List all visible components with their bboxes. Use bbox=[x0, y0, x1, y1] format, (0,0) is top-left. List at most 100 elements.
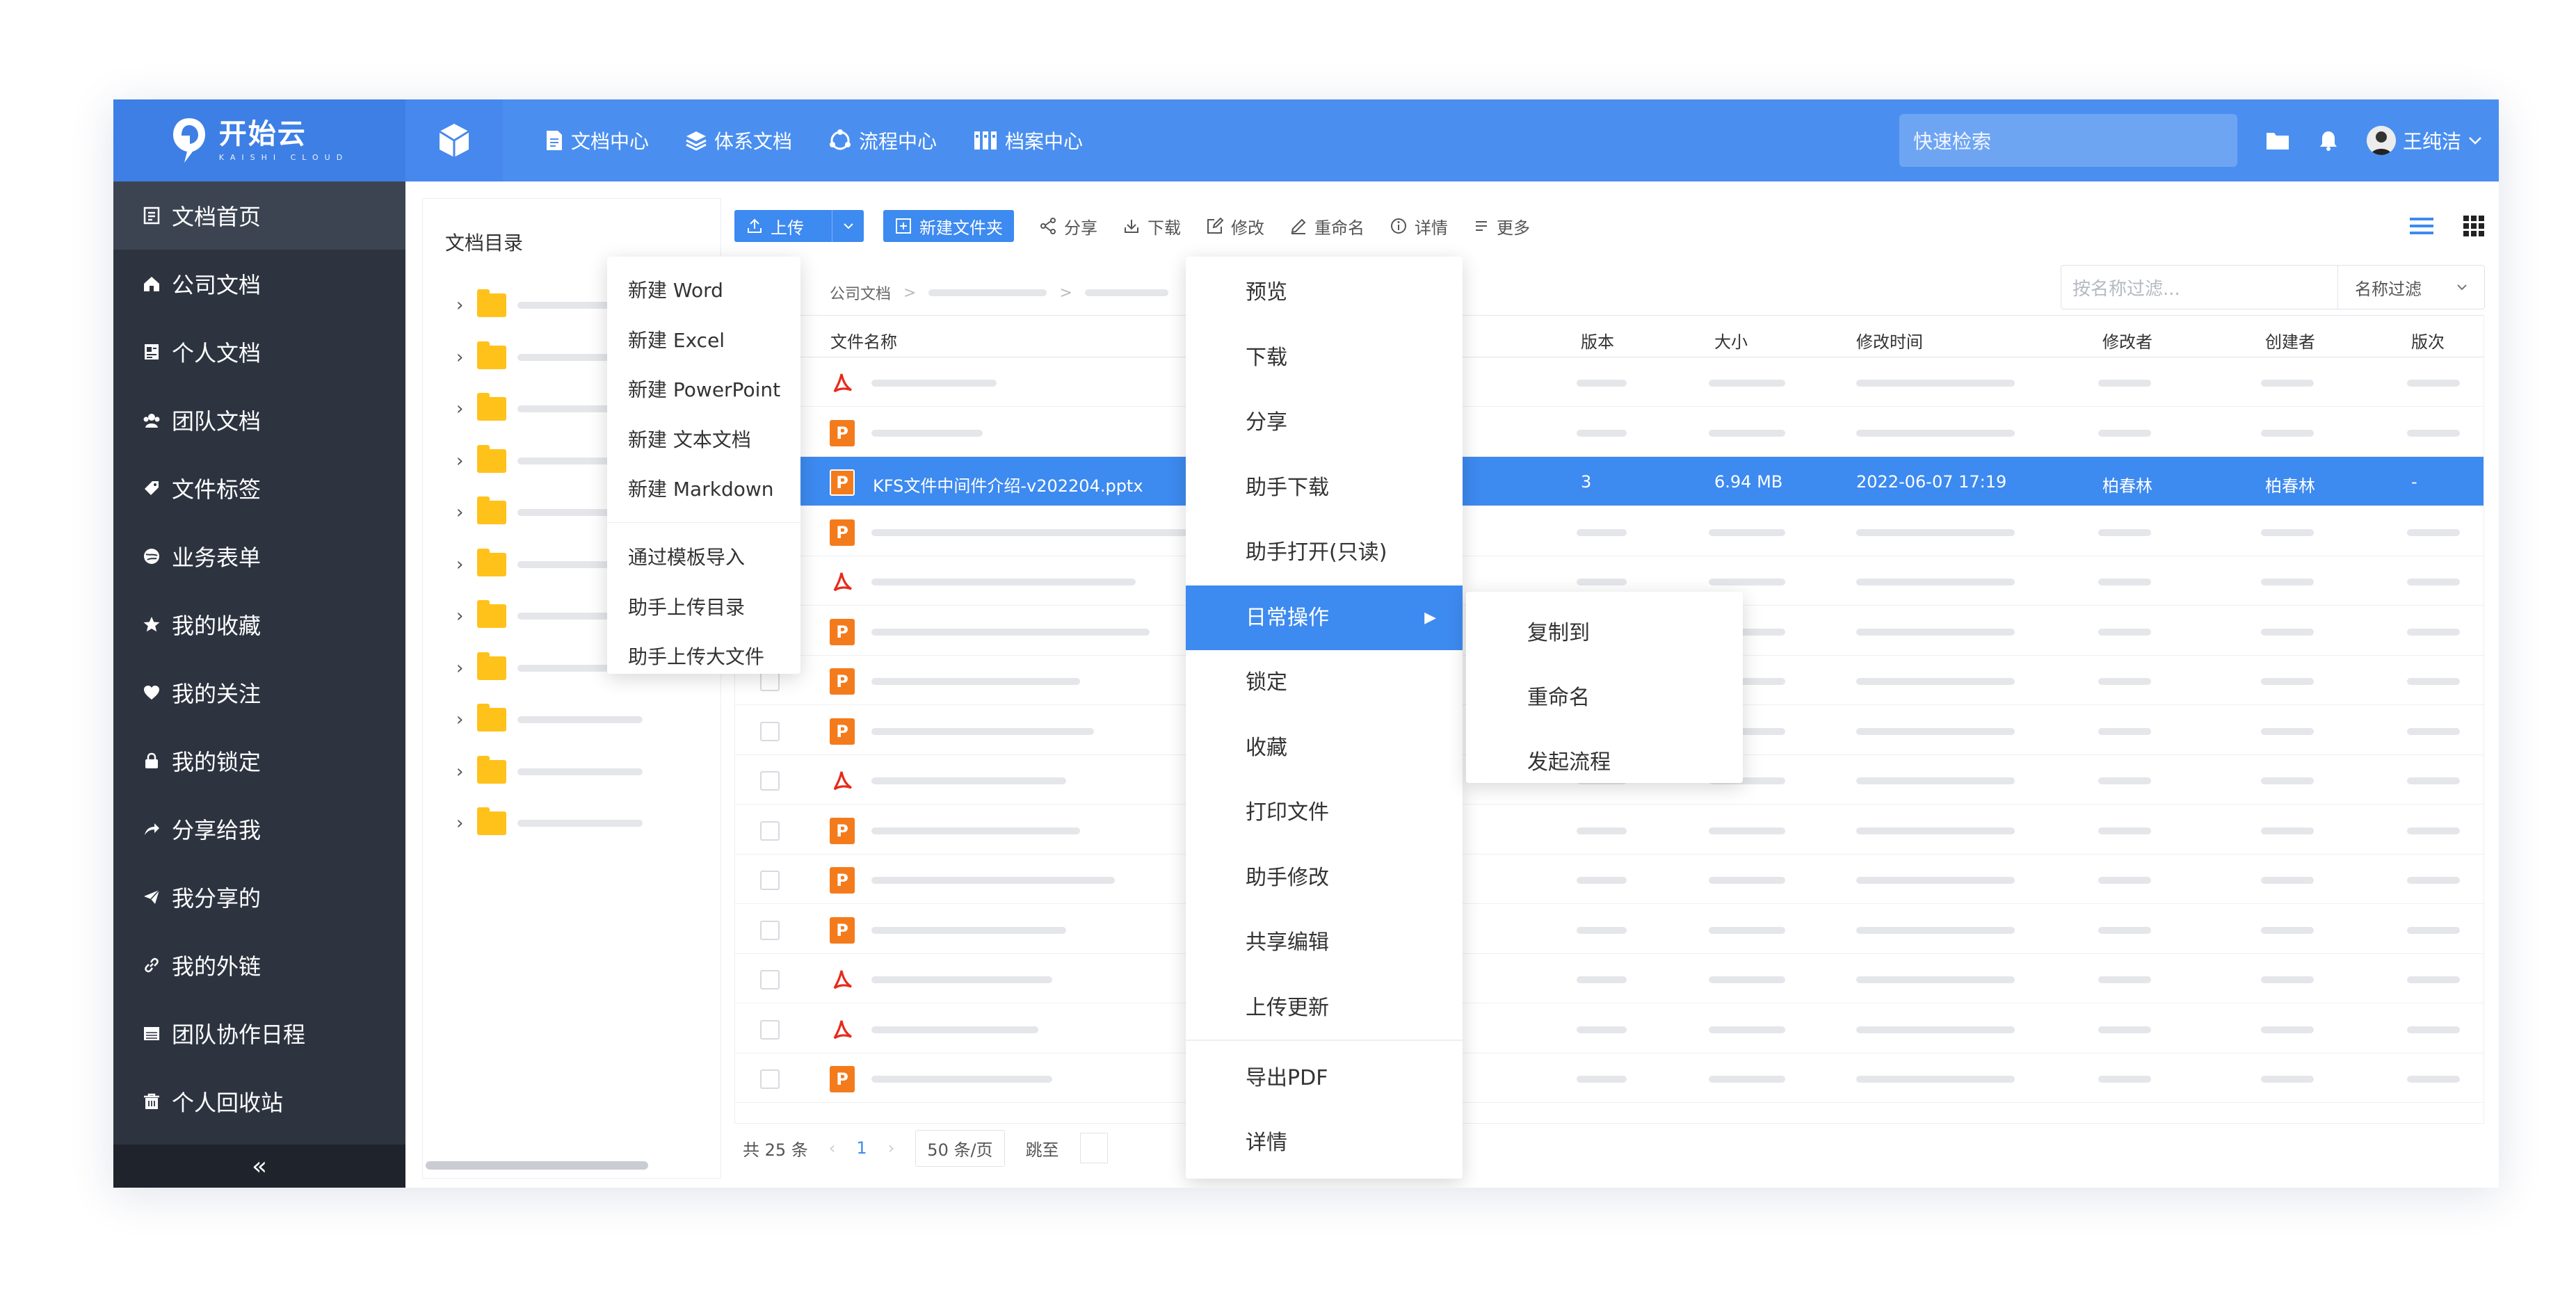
rename-button[interactable]: 重命名 bbox=[1289, 214, 1365, 239]
upload-button[interactable]: 上传 bbox=[734, 210, 864, 242]
filter-select[interactable]: 名称过滤 bbox=[2338, 266, 2484, 309]
breadcrumb-placeholder[interactable] bbox=[928, 289, 1047, 296]
col-modifier[interactable]: 修改者 bbox=[2102, 328, 2152, 353]
new-menu-item[interactable]: 新建 Excel bbox=[607, 323, 800, 358]
tree-folder-node[interactable]: › bbox=[456, 548, 622, 576]
new-menu-item[interactable]: 助手上传目录 bbox=[607, 590, 800, 625]
context-menu-item[interactable]: 导出PDF bbox=[1186, 1046, 1463, 1110]
jump-input[interactable] bbox=[1079, 1133, 1108, 1163]
col-creator[interactable]: 创建者 bbox=[2265, 328, 2315, 353]
table-row[interactable]: P bbox=[735, 905, 2484, 954]
horizontal-scrollbar[interactable] bbox=[426, 1161, 648, 1170]
chevron-right-icon[interactable]: › bbox=[456, 606, 466, 627]
download-button[interactable]: 下载 bbox=[1122, 214, 1181, 239]
new-menu-item[interactable]: 新建 Word bbox=[607, 273, 800, 308]
filter-input[interactable]: 按名称过滤... bbox=[2061, 266, 2338, 309]
table-row[interactable] bbox=[735, 1004, 2484, 1053]
table-row[interactable]: P bbox=[735, 805, 2484, 855]
chevron-right-icon[interactable]: › bbox=[456, 451, 466, 471]
chevron-right-icon[interactable]: › bbox=[456, 761, 466, 782]
page-size-select[interactable]: 50 条/页 bbox=[915, 1129, 1005, 1167]
col-modified[interactable]: 修改时间 bbox=[1856, 328, 1923, 353]
new-menu-item[interactable]: 新建 PowerPoint bbox=[607, 373, 800, 407]
nav-archive-center[interactable]: 档案中心 bbox=[973, 127, 1083, 154]
folder-icon[interactable] bbox=[2265, 130, 2290, 151]
col-version[interactable]: 版本 bbox=[1581, 328, 1614, 353]
context-menu-item[interactable]: 上传更新 bbox=[1186, 976, 1463, 1040]
row-checkbox[interactable] bbox=[760, 721, 780, 741]
sidebar-item-5[interactable]: 文件标签 bbox=[113, 454, 405, 522]
row-checkbox[interactable] bbox=[760, 821, 780, 841]
sidebar-item-1[interactable]: 文档首页 bbox=[113, 181, 405, 250]
cube-app-button[interactable] bbox=[405, 99, 503, 181]
list-view-icon[interactable] bbox=[2408, 216, 2435, 236]
chevron-right-icon[interactable]: › bbox=[456, 347, 466, 368]
context-menu-item[interactable]: 日常操作 ▶ bbox=[1186, 585, 1463, 650]
row-checkbox[interactable] bbox=[760, 920, 780, 940]
sidebar-item-11[interactable]: 我分享的 bbox=[113, 863, 405, 931]
row-checkbox[interactable] bbox=[760, 871, 780, 890]
sidebar-item-14[interactable]: 个人回收站 bbox=[113, 1067, 405, 1136]
col-size[interactable]: 大小 bbox=[1714, 328, 1748, 353]
sidebar-item-3[interactable]: 个人文档 bbox=[113, 318, 405, 386]
chevron-right-icon[interactable]: › bbox=[456, 554, 466, 575]
new-menu-item[interactable]: 新建 Markdown bbox=[607, 472, 800, 507]
new-menu-item[interactable]: 助手上传大文件 bbox=[607, 640, 800, 674]
tree-folder-node[interactable]: › bbox=[456, 496, 622, 524]
breadcrumb-root[interactable]: 公司文档 bbox=[830, 282, 891, 304]
table-row[interactable]: P bbox=[735, 1053, 2484, 1103]
context-menu-item[interactable]: 分享 bbox=[1186, 390, 1463, 455]
nav-document-center[interactable]: 文档中心 bbox=[545, 127, 649, 154]
nav-system-docs[interactable]: 体系文档 bbox=[685, 127, 792, 154]
table-row[interactable]: P bbox=[735, 507, 2484, 556]
context-menu-item[interactable]: 助手下载 bbox=[1186, 455, 1463, 520]
new-folder-button[interactable]: 新建文件夹 bbox=[883, 210, 1014, 242]
tree-folder-node[interactable]: › bbox=[456, 393, 622, 421]
quick-search-input[interactable]: 快速检索 bbox=[1899, 114, 2237, 167]
col-revision[interactable]: 版次 bbox=[2411, 328, 2445, 353]
sidebar-item-9[interactable]: 我的锁定 bbox=[113, 727, 405, 795]
table-row[interactable]: P KFS文件中间件介绍-v202204.pptx 3 6.94 MB 2022-06-… bbox=[735, 457, 2484, 506]
context-menu-item[interactable]: 详情 bbox=[1186, 1110, 1463, 1175]
prev-page-icon[interactable]: ‹ bbox=[829, 1138, 836, 1158]
new-menu-item[interactable]: 通过模板导入 bbox=[607, 540, 800, 575]
sidebar-item-10[interactable]: 分享给我 bbox=[113, 795, 405, 863]
chevron-right-icon[interactable]: › bbox=[456, 658, 466, 679]
table-row[interactable]: P bbox=[735, 407, 2484, 457]
context-menu-item[interactable]: 锁定 bbox=[1186, 650, 1463, 715]
sidebar-item-8[interactable]: 我的关注 bbox=[113, 658, 405, 727]
row-checkbox[interactable] bbox=[760, 1019, 780, 1040]
breadcrumb-placeholder[interactable] bbox=[1084, 289, 1168, 296]
tree-folder-node[interactable]: › bbox=[456, 289, 622, 317]
table-row[interactable] bbox=[735, 954, 2484, 1003]
row-checkbox[interactable] bbox=[760, 771, 780, 791]
context-menu-item[interactable]: 共享编辑 bbox=[1186, 910, 1463, 975]
new-menu-item[interactable]: 新建 文本文档 bbox=[607, 423, 800, 458]
upload-dropdown[interactable] bbox=[832, 210, 864, 242]
next-page-icon[interactable]: › bbox=[888, 1138, 895, 1158]
chevron-right-icon[interactable]: › bbox=[456, 295, 466, 316]
row-checkbox[interactable] bbox=[760, 970, 780, 989]
tree-folder-node[interactable]: › bbox=[456, 755, 643, 784]
tree-folder-node[interactable]: › bbox=[456, 704, 643, 732]
grid-view-icon[interactable] bbox=[2463, 215, 2485, 237]
context-menu-item[interactable]: 收藏 bbox=[1186, 716, 1463, 780]
tree-folder-node[interactable]: › bbox=[456, 444, 622, 473]
page-number[interactable]: 1 bbox=[856, 1138, 867, 1158]
context-menu-item[interactable]: 预览 bbox=[1186, 260, 1463, 325]
edit-button[interactable]: 修改 bbox=[1206, 214, 1264, 239]
more-button[interactable]: 更多 bbox=[1473, 214, 1530, 239]
sidebar-item-6[interactable]: 业务表单 bbox=[113, 522, 405, 590]
row-checkbox[interactable] bbox=[760, 672, 780, 691]
chevron-right-icon[interactable]: › bbox=[456, 502, 466, 523]
table-row[interactable]: P bbox=[735, 855, 2484, 904]
context-menu-item[interactable]: 下载 bbox=[1186, 325, 1463, 390]
nav-flow-center[interactable]: 流程中心 bbox=[828, 127, 937, 154]
submenu-item[interactable]: 重命名 bbox=[1466, 668, 1743, 728]
context-menu-item[interactable]: 打印文件 bbox=[1186, 780, 1463, 845]
table-row[interactable] bbox=[735, 357, 2484, 407]
chevron-right-icon[interactable]: › bbox=[456, 813, 466, 834]
brand-logo[interactable]: 开始云 KAISHI CLOUD bbox=[113, 99, 405, 181]
tree-folder-node[interactable]: › bbox=[456, 807, 643, 835]
sidebar-item-12[interactable]: 我的外链 bbox=[113, 931, 405, 999]
